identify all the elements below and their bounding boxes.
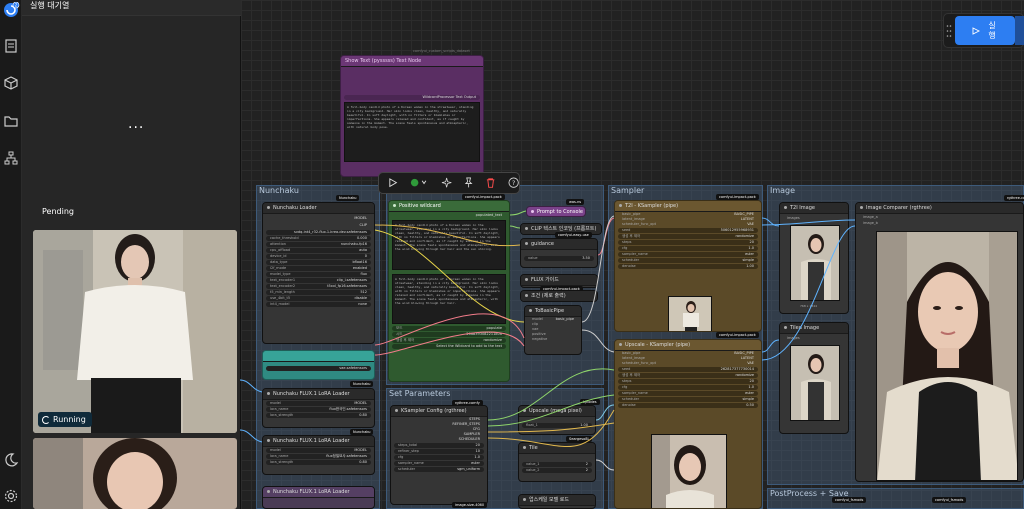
connection-wires [239,210,856,471]
run-button-label: 실행 [988,20,996,40]
run-options-dropdown[interactable] [1015,16,1024,45]
run-button[interactable]: 실행 [955,16,1015,45]
play-icon [972,26,980,35]
drag-handle-icon[interactable] [946,24,952,38]
